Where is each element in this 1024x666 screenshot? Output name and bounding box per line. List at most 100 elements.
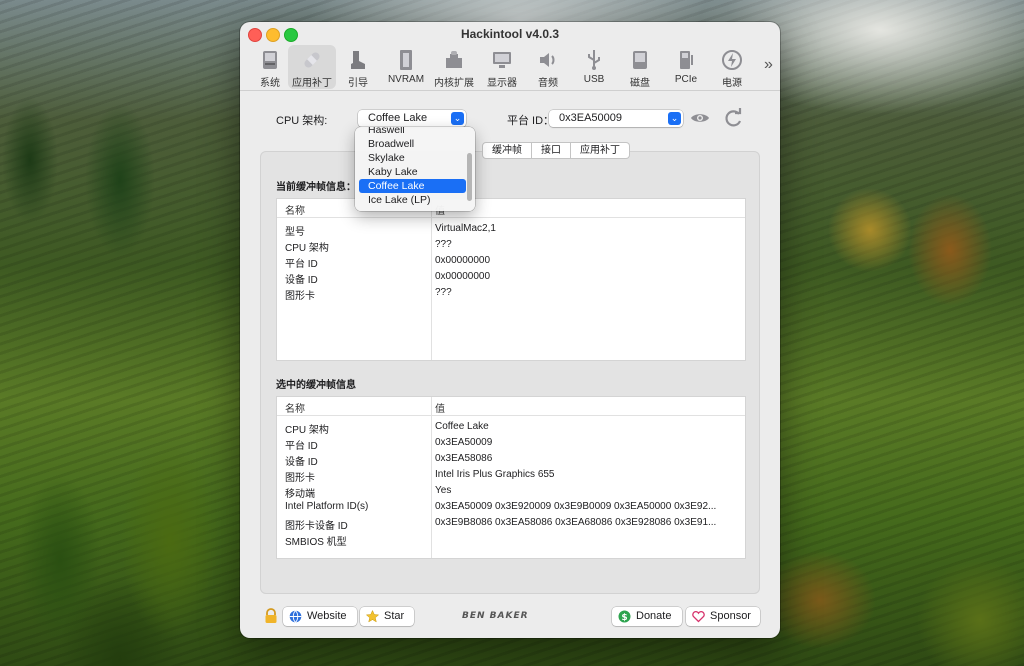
- chevron-down-icon: ⌄: [668, 112, 681, 125]
- toolbar-item-usb[interactable]: USB: [570, 45, 618, 89]
- lock-icon[interactable]: [264, 608, 278, 624]
- row-name: CPU 架构: [285, 425, 329, 436]
- window-title: Hackintool v4.0.3: [460, 27, 560, 41]
- toolbar: 系统 应用补丁 引导 NVRAM 内核扩展 显示器 音频 USB 磁盘 PCIe…: [246, 44, 776, 90]
- menu-item-ice-lake-lp[interactable]: Ice Lake (LP): [359, 193, 466, 207]
- toolbar-more-button[interactable]: »: [764, 56, 773, 74]
- table-row[interactable]: 平台 ID 0x00000000: [277, 253, 745, 270]
- system-icon: [263, 51, 277, 69]
- svg-text:$: $: [621, 613, 627, 623]
- current-framebuffer-title: 当前缓冲帧信息：: [276, 182, 356, 193]
- table-row[interactable]: Intel Platform ID(s) 0x3EA50009 0x3E92000…: [277, 499, 745, 515]
- table-row[interactable]: 设备 ID 0x00000000: [277, 269, 745, 286]
- menu-item-kaby-lake[interactable]: Kaby Lake: [359, 165, 466, 179]
- row-value: 0x3E9B8086 0x3EA58086 0x3EA68086 0x3E928…: [435, 517, 717, 528]
- row-name: 设备 ID: [285, 457, 318, 468]
- row-name: 图形卡: [285, 291, 315, 302]
- toolbar-item-display[interactable]: 显示器: [478, 45, 526, 89]
- refresh-icon[interactable]: [722, 107, 744, 129]
- selected-framebuffer-title: 选中的缓冲帧信息: [276, 380, 356, 391]
- toolbar-label-power: 电源: [722, 78, 742, 89]
- row-value: 0x3EA58086: [435, 453, 493, 464]
- app-window: Hackintool v4.0.3 系统 应用补丁 引导 NVRAM 内核扩展 …: [240, 22, 780, 638]
- power-icon: [722, 50, 742, 70]
- row-name: 平台 ID: [285, 441, 318, 452]
- ben-baker-logo: BEN BAKER: [462, 611, 529, 621]
- boot-icon: [351, 51, 365, 69]
- row-value: Intel Iris Plus Graphics 655: [435, 469, 555, 480]
- table-header: 名称 值: [277, 199, 745, 218]
- star-icon: [366, 610, 379, 623]
- menu-item-haswell[interactable]: Haswell: [359, 127, 466, 137]
- donate-label: Donate: [636, 610, 672, 622]
- table-row[interactable]: 移动端 Yes: [277, 483, 745, 500]
- toolbar-item-kext[interactable]: 内核扩展: [430, 45, 478, 89]
- tab-framebuffer[interactable]: 缓冲帧: [482, 142, 532, 159]
- toolbar-item-power[interactable]: 电源: [708, 45, 756, 89]
- table-row[interactable]: 图形卡 Intel Iris Plus Graphics 655: [277, 467, 745, 484]
- toolbar-item-system[interactable]: 系统: [246, 45, 294, 89]
- toolbar-item-disk[interactable]: 磁盘: [616, 45, 664, 89]
- table-row[interactable]: 图形卡???: [277, 285, 745, 302]
- cpu-arch-label: CPU 架构:: [276, 115, 328, 127]
- row-name: 图形卡设备 ID: [285, 521, 348, 532]
- table-row[interactable]: 图形卡设备 ID 0x3E9B8086 0x3EA58086 0x3EA68086…: [277, 515, 745, 532]
- dollar-icon: $: [618, 610, 631, 623]
- title-bar: Hackintool v4.0.3: [240, 22, 780, 46]
- row-value: Yes: [435, 485, 452, 496]
- platform-id-popup[interactable]: 0x3EA50009 ⌄: [549, 110, 683, 127]
- usb-icon: [588, 50, 600, 70]
- cpu-arch-value: Coffee Lake: [368, 112, 428, 124]
- website-button[interactable]: Website: [283, 607, 357, 626]
- tab-connectors[interactable]: 接口: [532, 142, 571, 159]
- menu-item-coffee-lake[interactable]: Coffee Lake: [359, 179, 466, 193]
- star-label: Star: [384, 610, 405, 622]
- row-name: CPU 架构: [285, 243, 329, 254]
- table-row[interactable]: SMBIOS 机型: [277, 531, 745, 548]
- menu-item-broadwell[interactable]: Broadwell: [359, 137, 466, 151]
- platform-id-label: 平台 ID：: [507, 115, 555, 127]
- current-framebuffer-table[interactable]: 名称 值 型号 VirtualMac2,1 CPU 架构??? 平台 ID 0x00…: [276, 198, 746, 361]
- bottom-bar: Website Star BEN BAKER $ Donate Sponsor: [240, 602, 780, 632]
- row-value: ???: [435, 287, 452, 298]
- row-value: Coffee Lake: [435, 421, 489, 432]
- eye-icon[interactable]: [690, 110, 710, 126]
- desktop-wallpaper-right: [780, 60, 1024, 666]
- star-button[interactable]: Star: [360, 607, 414, 626]
- desktop-wallpaper-left: [0, 40, 240, 666]
- disk-icon: [633, 51, 647, 69]
- website-label: Website: [307, 610, 347, 622]
- table-row[interactable]: CPU 架构???: [277, 237, 745, 254]
- toolbar-label-system: 系统: [260, 78, 280, 89]
- row-value: 0x3EA50009 0x3E920009 0x3E9B0009 0x3EA50…: [435, 501, 717, 512]
- sponsor-label: Sponsor: [710, 610, 751, 622]
- toolbar-label-patch: 应用补丁: [292, 78, 332, 89]
- platform-id-value: 0x3EA50009: [559, 112, 622, 124]
- donate-button[interactable]: $ Donate: [612, 607, 682, 626]
- table-row[interactable]: 设备 ID 0x3EA58086: [277, 451, 745, 468]
- selected-framebuffer-table[interactable]: 名称 值 CPU 架构 Coffee Lake 平台 ID 0x3EA50009 设…: [276, 396, 746, 559]
- row-name: 平台 ID: [285, 259, 318, 270]
- row-name: 型号: [285, 227, 305, 238]
- toolbar-item-audio[interactable]: 音频: [524, 45, 572, 89]
- display-icon: [493, 52, 511, 68]
- tab-patch[interactable]: 应用补丁: [571, 142, 630, 159]
- cpu-arch-popup[interactable]: Coffee Lake ⌄: [358, 110, 466, 127]
- toolbar-item-boot[interactable]: 引导: [334, 45, 382, 89]
- toolbar-item-pcie[interactable]: PCIe: [662, 45, 710, 89]
- tab-bar: 缓冲帧 接口 应用补丁: [482, 142, 630, 159]
- toolbar-item-nvram[interactable]: NVRAM: [382, 45, 430, 89]
- table-row[interactable]: 平台 ID 0x3EA50009: [277, 435, 745, 452]
- toolbar-label-kext: 内核扩展: [434, 78, 474, 89]
- table-row[interactable]: 型号 VirtualMac2,1: [277, 221, 745, 238]
- menu-item-skylake[interactable]: Skylake: [359, 151, 466, 165]
- toolbar-item-patch[interactable]: 应用补丁: [288, 45, 336, 89]
- dropdown-scrollbar[interactable]: [467, 153, 472, 201]
- sponsor-button[interactable]: Sponsor: [686, 607, 760, 626]
- column-header-name: 名称: [285, 206, 305, 217]
- toolbar-label-audio: 音频: [538, 78, 558, 89]
- audio-icon: [540, 53, 555, 67]
- toolbar-label-nvram: NVRAM: [387, 74, 425, 85]
- table-row[interactable]: CPU 架构 Coffee Lake: [277, 419, 745, 436]
- row-value: VirtualMac2,1: [435, 223, 496, 234]
